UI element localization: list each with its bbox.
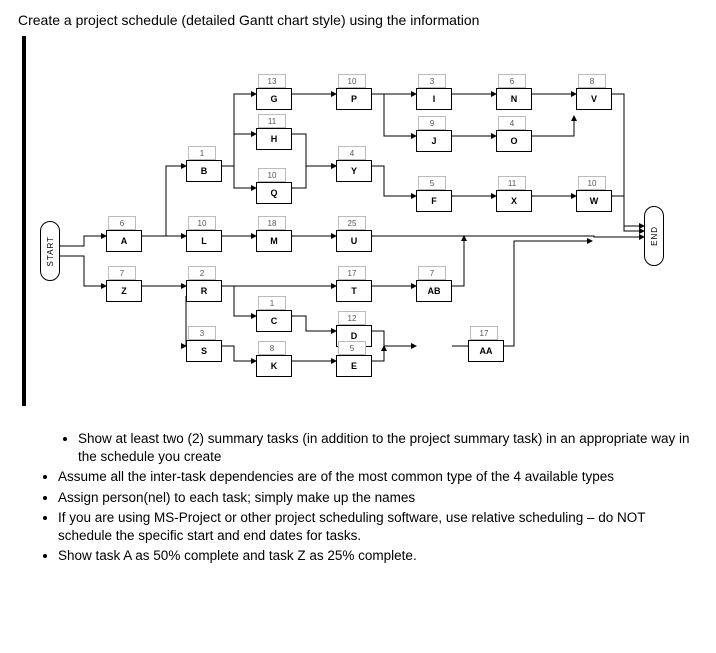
requirements-list: Show at least two (2) summary tasks (in … xyxy=(58,430,698,566)
bullet-3: Assign person(nel) to each task; simply … xyxy=(58,489,698,507)
dur-I: 3 xyxy=(418,74,446,88)
node-AB: AB xyxy=(416,280,452,302)
node-V: V xyxy=(576,88,612,110)
node-S: S xyxy=(186,340,222,362)
dur-U: 25 xyxy=(338,216,366,230)
bullet-1-line2: the schedule you create xyxy=(78,449,221,464)
dur-A: 6 xyxy=(108,216,136,230)
dur-Q: 10 xyxy=(258,168,286,182)
node-Q: Q xyxy=(256,182,292,204)
dur-N: 6 xyxy=(498,74,526,88)
dur-K: 8 xyxy=(258,341,286,355)
node-G: G xyxy=(256,88,292,110)
dur-C: 1 xyxy=(258,296,286,310)
dur-B: 1 xyxy=(188,146,216,160)
node-T: T xyxy=(336,280,372,302)
node-W: W xyxy=(576,190,612,212)
node-K: K xyxy=(256,355,292,377)
node-M: M xyxy=(256,230,292,252)
dur-M: 18 xyxy=(258,216,286,230)
dur-J: 9 xyxy=(418,116,446,130)
node-J: J xyxy=(416,130,452,152)
dur-X: 11 xyxy=(498,176,526,190)
node-R: R xyxy=(186,280,222,302)
node-I: I xyxy=(416,88,452,110)
dur-F: 5 xyxy=(418,176,446,190)
node-F: F xyxy=(416,190,452,212)
bullet-4-line2: schedule the specific start and end date… xyxy=(58,528,361,543)
node-E: E xyxy=(336,355,372,377)
dur-W: 10 xyxy=(578,176,606,190)
bullet-5: Show task A as 50% complete and task Z a… xyxy=(58,547,698,565)
dur-R: 2 xyxy=(188,266,216,280)
dur-H: 11 xyxy=(258,114,286,128)
node-Z: Z xyxy=(106,280,142,302)
node-U: U xyxy=(336,230,372,252)
start-label: START xyxy=(46,236,55,266)
dur-T: 17 xyxy=(338,266,366,280)
dur-V: 8 xyxy=(578,74,606,88)
figure-area: START END xyxy=(18,36,698,406)
node-H: H xyxy=(256,128,292,150)
end-label: END xyxy=(650,226,659,246)
dur-AA: 17 xyxy=(470,326,498,340)
bullet-4-line1: If you are using MS-Project or other pro… xyxy=(58,510,646,525)
dur-D: 12 xyxy=(338,311,366,325)
dur-Y: 4 xyxy=(338,146,366,160)
dur-AB: 7 xyxy=(418,266,446,280)
dur-P: 10 xyxy=(338,74,366,88)
node-Y: Y xyxy=(336,160,372,182)
bullet-4: If you are using MS-Project or other pro… xyxy=(58,509,698,545)
node-X: X xyxy=(496,190,532,212)
start-cap: START xyxy=(40,221,60,281)
node-C: C xyxy=(256,310,292,332)
bullet-1-line1: Show at least two (2) summary tasks (in … xyxy=(78,431,690,446)
dur-Z: 7 xyxy=(108,266,136,280)
dur-O: 4 xyxy=(498,116,526,130)
dur-S: 3 xyxy=(188,326,216,340)
node-N: N xyxy=(496,88,532,110)
node-A: A xyxy=(106,230,142,252)
bullet-1: Show at least two (2) summary tasks (in … xyxy=(78,430,698,466)
end-cap: END xyxy=(644,206,664,266)
figure-left-bar xyxy=(22,36,26,406)
node-P: P xyxy=(336,88,372,110)
dur-E: 5 xyxy=(338,341,366,355)
bullet-2: Assume all the inter-task dependencies a… xyxy=(58,468,698,486)
dur-G: 13 xyxy=(258,74,286,88)
node-AA: AA xyxy=(468,340,504,362)
precedence-diagram: START END xyxy=(34,36,674,406)
page-title: Create a project schedule (detailed Gant… xyxy=(18,12,698,28)
node-O: O xyxy=(496,130,532,152)
node-L: L xyxy=(186,230,222,252)
node-B: B xyxy=(186,160,222,182)
dur-L: 10 xyxy=(188,216,216,230)
